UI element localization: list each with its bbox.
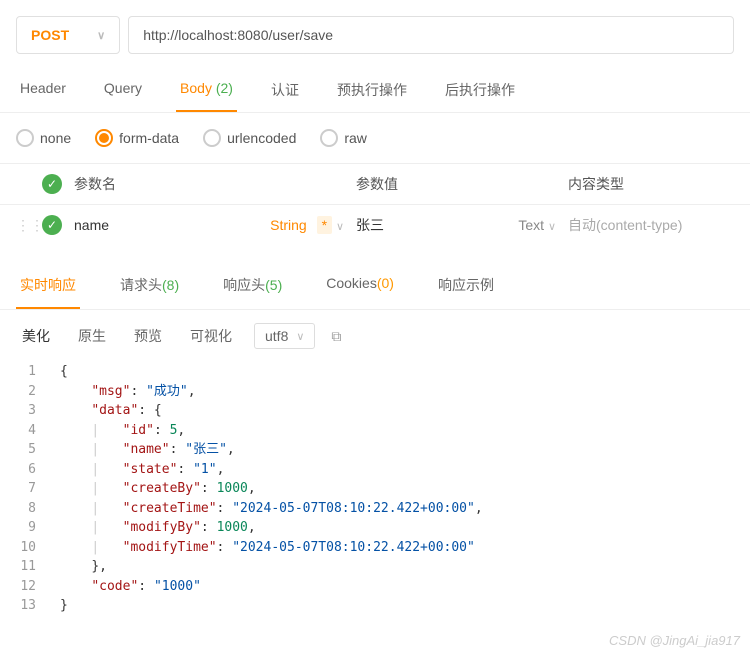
- visualize-button[interactable]: 可视化: [184, 322, 238, 350]
- radio-icon: [16, 129, 34, 147]
- radio-raw[interactable]: raw: [320, 129, 367, 147]
- beautify-button[interactable]: 美化: [16, 322, 56, 350]
- content-type-field[interactable]: 自动(content-type): [568, 215, 734, 235]
- rtab-realtime[interactable]: 实时响应: [16, 263, 80, 309]
- chevron-down-icon: ∨: [97, 29, 105, 42]
- method-label: POST: [31, 27, 69, 43]
- radio-none[interactable]: none: [16, 129, 71, 147]
- params-header-row: 参数名 参数值 内容类型: [0, 163, 750, 204]
- copy-icon[interactable]: ⧉: [331, 328, 341, 345]
- param-value[interactable]: 张三: [356, 215, 384, 235]
- method-select[interactable]: POST ∨: [16, 16, 120, 54]
- url-input[interactable]: http://localhost:8080/user/save: [128, 16, 734, 54]
- chevron-down-icon: ∨: [296, 330, 304, 343]
- radio-icon: [95, 129, 113, 147]
- rtab-resp-headers[interactable]: 响应头(5): [219, 263, 286, 309]
- param-type[interactable]: String: [270, 217, 307, 233]
- drag-handle-icon[interactable]: ⋮⋮: [16, 217, 30, 234]
- tab-body[interactable]: Body (2): [176, 70, 237, 112]
- rtab-req-headers[interactable]: 请求头(8): [116, 263, 183, 309]
- check-icon[interactable]: [42, 215, 62, 235]
- watermark: CSDN @JingAi_jia917: [609, 633, 740, 648]
- raw-button[interactable]: 原生: [72, 322, 112, 350]
- value-type[interactable]: Text: [518, 217, 544, 233]
- radio-icon: [203, 129, 221, 147]
- json-viewer: 1{ 2 "msg": "成功", 3 "data": { 4 | "id": …: [0, 362, 750, 636]
- tab-post[interactable]: 后执行操作: [441, 70, 519, 112]
- radio-urlencoded[interactable]: urlencoded: [203, 129, 296, 147]
- radio-form-data[interactable]: form-data: [95, 129, 179, 147]
- chevron-down-icon[interactable]: ∨: [336, 221, 344, 233]
- radio-icon: [320, 129, 338, 147]
- tab-auth[interactable]: 认证: [267, 70, 303, 112]
- param-name[interactable]: name: [74, 217, 109, 233]
- rtab-cookies[interactable]: Cookies(0): [322, 263, 398, 309]
- tab-query[interactable]: Query: [100, 70, 146, 112]
- encoding-select[interactable]: utf8∨: [254, 323, 315, 349]
- preview-button[interactable]: 预览: [128, 322, 168, 350]
- tab-pre[interactable]: 预执行操作: [333, 70, 411, 112]
- check-all-icon[interactable]: [42, 174, 62, 194]
- required-star: *: [317, 216, 332, 234]
- rtab-example[interactable]: 响应示例: [434, 263, 498, 309]
- param-row[interactable]: ⋮⋮ name String * ∨ 张三 Text ∨ 自动(content-…: [0, 204, 750, 245]
- chevron-down-icon[interactable]: ∨: [548, 221, 556, 233]
- tab-header[interactable]: Header: [16, 70, 70, 112]
